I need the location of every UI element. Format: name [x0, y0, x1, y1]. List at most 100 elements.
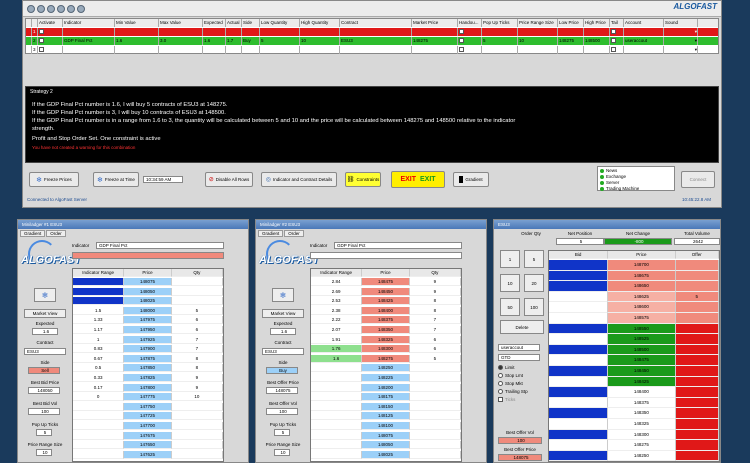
dom-row[interactable]: 148450 [549, 366, 719, 377]
dom-row[interactable]: 148675 [549, 270, 719, 282]
grid-row[interactable]: 1 ▾ [26, 28, 718, 36]
grid-cell-expected[interactable] [203, 28, 226, 36]
dom-row[interactable]: 148550 [549, 323, 719, 335]
ladder-row[interactable]: 1.91 148325 6 [311, 335, 461, 344]
grid-checkbox[interactable] [610, 46, 624, 54]
grid-row[interactable]: 3 ▾ [26, 46, 718, 54]
dom-cell-offer[interactable] [675, 334, 719, 345]
ladder-cell-price[interactable]: 147950 [124, 326, 172, 334]
ladder-cell-price[interactable]: 147975 [124, 316, 172, 325]
disable-all-rows-button[interactable]: ⊘ Disable All Rows [205, 172, 253, 187]
qty-button[interactable]: 10 [500, 274, 520, 292]
ladder-row[interactable]: 148100 [311, 422, 461, 430]
ladder-cell-price[interactable]: 147825 [124, 374, 172, 382]
indicator-select[interactable]: GDP Final Pct [334, 242, 462, 249]
contract-select[interactable]: ESU3 [24, 348, 66, 355]
dom-cell-price[interactable]: 148575 [608, 313, 676, 324]
ladder-row[interactable]: 147700 [73, 422, 223, 430]
grid-cell-low[interactable] [558, 46, 584, 54]
grid-cell-indicator[interactable] [63, 46, 115, 54]
ladder-row[interactable]: 147625 [73, 450, 223, 459]
dom-cell-price[interactable]: 148325 [608, 419, 676, 430]
dom-cell-price[interactable]: 148550 [608, 323, 676, 335]
ladder-row[interactable]: 1.33 147975 6 [73, 316, 223, 325]
tab-gradient[interactable]: Gradient [20, 230, 46, 237]
ladder-cell-price[interactable]: 148225 [362, 374, 410, 382]
grid-cell-highq[interactable] [300, 28, 340, 36]
ladder-cell-price[interactable]: 147650 [124, 441, 172, 450]
dom-cell-price[interactable]: 148350 [608, 408, 676, 419]
dom-cell-offer[interactable]: 5 [675, 291, 719, 303]
refresh-icon[interactable] [27, 5, 35, 13]
dom-cell-bid[interactable] [549, 260, 609, 271]
grid-cell-contract[interactable] [340, 28, 412, 36]
dom-row[interactable]: 148325 [549, 419, 719, 430]
contract-select[interactable]: ESU3 [262, 348, 304, 355]
dom-row[interactable]: 148475 [549, 355, 719, 366]
gradient-button[interactable]: Gradient [453, 172, 489, 187]
ladder-row[interactable]: 0.5 147850 8 [73, 364, 223, 373]
grid-cell-lowq[interactable] [260, 28, 300, 36]
grid-cell-range[interactable]: 10 [518, 37, 558, 45]
dom-cell-bid[interactable] [549, 344, 609, 356]
ladder-row[interactable]: 148075 [311, 431, 461, 440]
market-view-button[interactable]: Market View [24, 309, 66, 318]
tab-gradient[interactable]: Gradient [258, 230, 284, 237]
grid-cell-actual[interactable] [226, 28, 242, 36]
ladder-row[interactable]: 148225 [311, 374, 461, 382]
dom-cell-bid[interactable] [549, 419, 609, 430]
dom-cell-price[interactable]: 148450 [608, 366, 676, 377]
grid-cell-ticks[interactable] [482, 46, 518, 54]
indicator-details-button[interactable]: ◎ Indicator and Contract Details [261, 172, 337, 187]
ladder-cell-price[interactable]: 148350 [362, 326, 410, 334]
ladder-row[interactable]: 2.22 148375 7 [311, 316, 461, 325]
grid-cell-contract[interactable]: ESU3 [340, 37, 412, 45]
dom-cell-price[interactable]: 148700 [608, 260, 676, 271]
ladder-row[interactable]: 2.53 148425 8 [311, 297, 461, 306]
tif-select[interactable]: GTD [498, 354, 540, 361]
order-type-limit[interactable]: Limit [498, 365, 515, 370]
ladder-cell-price[interactable]: 148100 [362, 422, 410, 430]
dom-cell-offer[interactable] [675, 313, 719, 324]
dom-cell-bid[interactable] [549, 440, 609, 451]
grid-checkbox[interactable] [458, 28, 482, 36]
grid-cell-account[interactable] [624, 46, 664, 54]
dom-row[interactable]: 148350 [549, 408, 719, 419]
dom-row[interactable]: 148525 [549, 334, 719, 345]
ladder-row[interactable]: 0 147775 10 [73, 393, 223, 402]
dom-cell-bid[interactable] [549, 387, 609, 398]
ladder-cell-price[interactable]: 147850 [124, 364, 172, 373]
ladder-row[interactable]: 148200 [311, 383, 461, 392]
qty-button[interactable]: 50 [500, 298, 520, 316]
dom-cell-offer[interactable] [675, 387, 719, 398]
checkbox-icon[interactable] [611, 38, 616, 44]
ladder-cell-price[interactable]: 148075 [362, 431, 410, 440]
freeze-prices-button[interactable]: ❄ Freeze Prices [29, 172, 79, 187]
dom-row[interactable]: 148500 [549, 344, 719, 356]
ladder-row[interactable]: 2.07 148350 7 [311, 326, 461, 334]
checkbox-icon[interactable] [611, 29, 616, 35]
dom-cell-offer[interactable] [675, 440, 719, 451]
ladder-cell-price[interactable]: 148425 [362, 297, 410, 306]
grid-cell-range[interactable] [518, 46, 558, 54]
dom-row[interactable]: 148250 [549, 450, 719, 462]
ladder-row[interactable]: 1.6 148275 5 [311, 354, 461, 363]
sound-select[interactable]: ▾ [664, 46, 698, 54]
indicator-select[interactable]: GDP Final Pct [96, 242, 224, 249]
ladder-row[interactable]: 2.84 148475 9 [311, 278, 461, 286]
grid-cell-min[interactable] [115, 46, 159, 54]
ladder-row[interactable]: 148125 [311, 412, 461, 421]
dom-cell-price[interactable]: 148525 [608, 334, 676, 345]
dom-cell-offer[interactable] [675, 397, 719, 409]
ladder-row[interactable]: 0.33 147825 9 [73, 374, 223, 382]
grid-cell-max[interactable] [159, 28, 203, 36]
ladder-cell-price[interactable]: 147925 [124, 335, 172, 344]
ladder-cell-price[interactable]: 148300 [362, 345, 410, 354]
dom-cell-bid[interactable] [549, 408, 609, 419]
dom-row[interactable]: 148600 [549, 302, 719, 313]
ladder-cell-price[interactable]: 148050 [362, 441, 410, 450]
save-icon[interactable] [67, 5, 75, 13]
ladder-row[interactable]: 147725 [73, 412, 223, 421]
ladder-cell-price[interactable]: 147875 [124, 354, 172, 363]
grid-cell-low[interactable]: 148275 [558, 37, 584, 45]
